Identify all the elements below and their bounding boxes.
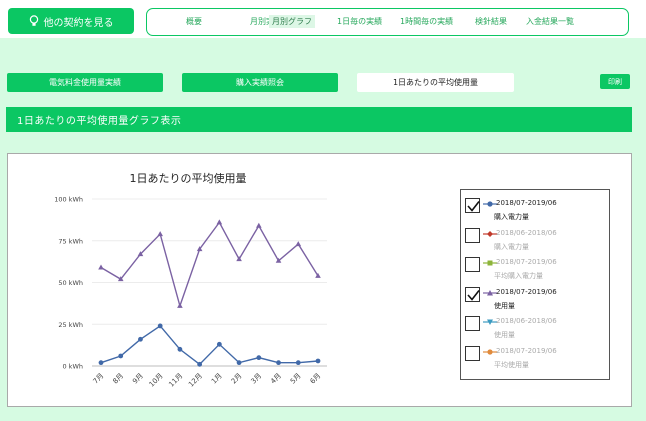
- x-tick-label: 11月: [167, 372, 184, 389]
- data-point: [157, 231, 163, 237]
- legend-period: 2018/07-2019/06: [496, 258, 557, 266]
- data-point: [276, 360, 281, 366]
- legend-marker-icon: [483, 230, 497, 237]
- x-tick-label: 3月: [249, 372, 263, 386]
- legend-checkbox[interactable]: [465, 227, 480, 243]
- data-point: [295, 360, 301, 366]
- legend-item[interactable]: 2018/07-2019/06 使用量: [461, 282, 611, 311]
- y-tick-label: 25 kWh: [58, 321, 83, 329]
- chart-legend: 2018/07-2019/06 購入電力量 2018/06-2018/06 購入電力量…: [460, 189, 610, 380]
- data-point: [177, 346, 183, 352]
- legend-series-name: 使用量: [494, 331, 515, 339]
- x-tick-label: 5月: [289, 372, 303, 386]
- legend-period: 2018/06-2018/06: [496, 228, 557, 237]
- legend-marker-icon: [483, 319, 497, 325]
- y-tick-label: 0 kWh: [62, 363, 83, 371]
- data-point: [256, 222, 262, 228]
- legend-period: 2018/07-2019/06: [496, 287, 557, 296]
- x-tick-label: 7月: [92, 372, 106, 386]
- data-point: [177, 302, 183, 308]
- y-tick-label: 100 kWh: [54, 196, 83, 204]
- y-tick-label: 75 kWh: [58, 237, 83, 245]
- data-point: [315, 358, 321, 364]
- series-line-0: [100, 324, 319, 366]
- legend-item[interactable]: 2018/07-2019/06 平均使用量: [461, 341, 611, 370]
- legend-checkbox[interactable]: [465, 198, 480, 213]
- data-point: [197, 361, 203, 367]
- legend-checkbox[interactable]: [465, 257, 480, 272]
- y-tick-label: 50 kWh: [58, 279, 83, 287]
- checkmark-icon: [467, 201, 480, 212]
- legend-period: 2018/07-2019/06: [496, 346, 557, 355]
- x-tick-label: 2月: [230, 372, 244, 386]
- chart-title: 1日あたりの平均使用量: [130, 172, 247, 185]
- legend-marker-icon: [483, 348, 497, 355]
- legend-item[interactable]: 2018/07-2019/06 購入電力量: [461, 193, 611, 222]
- legend-marker-icon: [483, 289, 497, 295]
- checkmark-icon: [467, 289, 480, 301]
- data-point: [118, 353, 124, 359]
- legend-checkbox[interactable]: [465, 286, 480, 302]
- legend-period: 2018/06-2018/06: [496, 317, 557, 325]
- data-point: [157, 323, 163, 329]
- legend-marker-icon: [483, 201, 497, 207]
- x-tick-label: 1月: [210, 372, 224, 386]
- series-line-1: [100, 221, 319, 309]
- legend-item[interactable]: 2018/07-2019/06 平均購入電力量: [461, 252, 611, 281]
- data-point: [216, 219, 223, 225]
- x-tick-label: 6月: [309, 372, 323, 386]
- x-tick-label: 9月: [131, 372, 145, 386]
- x-tick-label: 8月: [111, 372, 125, 386]
- legend-series-name: 使用量: [494, 301, 515, 310]
- data-point: [295, 241, 302, 247]
- x-tick-label: 10月: [148, 372, 165, 389]
- legend-item[interactable]: 2018/06-2018/06 購入電力量: [461, 223, 611, 252]
- legend-series-name: 購入電力量: [494, 242, 529, 251]
- legend-item[interactable]: 2018/06-2018/06 使用量: [461, 311, 611, 340]
- legend-period: 2018/07-2019/06: [496, 199, 557, 207]
- x-tick-label: 4月: [269, 372, 283, 386]
- data-point: [216, 341, 222, 347]
- data-point: [98, 360, 104, 366]
- legend-series-name: 平均使用量: [494, 360, 529, 369]
- data-point: [138, 336, 143, 342]
- legend-series-name: 平均購入電力量: [494, 272, 543, 280]
- legend-marker-icon: [483, 260, 497, 266]
- data-point: [256, 355, 262, 361]
- data-point: [236, 360, 242, 366]
- legend-checkbox[interactable]: [465, 316, 480, 331]
- x-tick-label: 12月: [187, 372, 204, 389]
- data-point: [98, 264, 104, 270]
- legend-checkbox[interactable]: [465, 345, 480, 361]
- legend-series-name: 購入電力量: [494, 213, 529, 221]
